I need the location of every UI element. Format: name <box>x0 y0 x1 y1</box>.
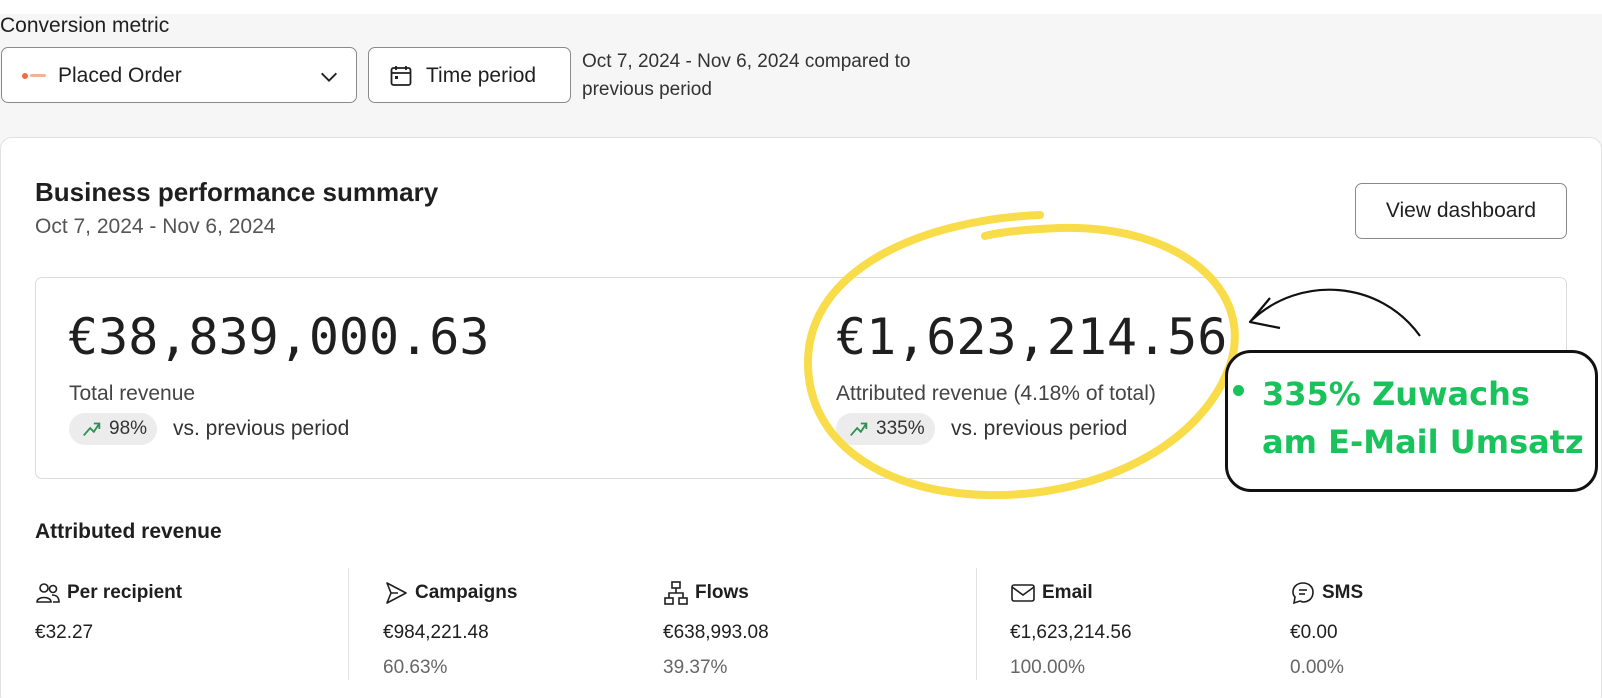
flow-icon <box>664 581 688 605</box>
sms-icon <box>1292 582 1314 605</box>
total-revenue-value: €38,839,000.63 <box>68 308 490 366</box>
conversion-metric-value: Placed Order <box>58 64 182 87</box>
column-divider <box>976 568 977 680</box>
annotation-bullet <box>1233 385 1244 396</box>
attributed-revenue-value: €1,623,214.56 <box>836 308 1228 366</box>
annotation-text: 335% Zuwachs am E-Mail Umsatz <box>1262 370 1602 466</box>
summary-title: Business performance summary <box>35 177 439 207</box>
email-label: Email <box>1042 582 1093 603</box>
total-revenue-change-badge: 98% <box>69 413 158 445</box>
brand-logo-icon <box>22 72 48 79</box>
flows-label: Flows <box>695 582 749 603</box>
sms-amount: €0.00 <box>1290 622 1338 643</box>
calendar-icon <box>390 66 412 86</box>
trend-up-icon <box>850 422 868 437</box>
conversion-metric-select[interactable]: Placed Order <box>1 47 357 103</box>
email-percent: 100.00% <box>1010 657 1086 678</box>
per-recipient-label: Per recipient <box>67 582 183 603</box>
view-dashboard-button[interactable]: View dashboard <box>1355 183 1567 239</box>
email-icon <box>1011 584 1035 602</box>
total-revenue-vs-text: vs. previous period <box>173 417 350 440</box>
total-revenue-change: 98% <box>109 418 148 439</box>
metric-column-campaigns: Campaigns €984,221.48 60.63% <box>383 578 518 678</box>
sms-percent: 0.00% <box>1290 657 1344 678</box>
users-icon <box>36 583 60 603</box>
flows-percent: 39.37% <box>663 657 728 678</box>
metric-column-sms: SMS €0.00 0.00% <box>1290 578 1364 678</box>
send-icon <box>386 582 407 604</box>
time-period-button[interactable]: Time period <box>368 47 571 103</box>
conversion-metric-label: Conversion metric <box>0 14 170 37</box>
campaigns-percent: 60.63% <box>383 657 448 678</box>
annotation-line-1: 335% Zuwachs <box>1262 375 1530 413</box>
chevron-down-icon <box>321 72 337 82</box>
flows-amount: €638,993.08 <box>663 622 769 643</box>
total-revenue-label: Total revenue <box>69 382 196 405</box>
metric-column-flows: Flows €638,993.08 39.37% <box>663 578 769 678</box>
attributed-revenue-change-badge: 335% <box>836 413 935 445</box>
metric-column-email: Email €1,623,214.56 100.00% <box>1010 578 1132 678</box>
attributed-revenue-section-title: Attributed revenue <box>35 520 222 543</box>
email-amount: €1,623,214.56 <box>1010 622 1132 643</box>
comparison-period-text: Oct 7, 2024 - Nov 6, 2024 compared to pr… <box>582 51 911 100</box>
attributed-revenue-label: Attributed revenue (4.18% of total) <box>836 382 1156 405</box>
time-period-label: Time period <box>426 64 537 87</box>
per-recipient-amount: €32.27 <box>35 622 94 643</box>
summary-date-range: Oct 7, 2024 - Nov 6, 2024 <box>35 215 276 238</box>
attributed-revenue-change: 335% <box>876 418 925 439</box>
campaigns-amount: €984,221.48 <box>383 622 489 643</box>
campaigns-label: Campaigns <box>415 582 518 603</box>
column-divider <box>348 568 349 680</box>
annotation-line-2: am E-Mail Umsatz <box>1262 423 1584 461</box>
trend-up-icon <box>83 422 101 437</box>
attributed-revenue-vs-text: vs. previous period <box>951 417 1128 440</box>
metric-column-per-recipient: Per recipient €32.27 <box>35 578 183 643</box>
sms-label: SMS <box>1322 582 1364 603</box>
